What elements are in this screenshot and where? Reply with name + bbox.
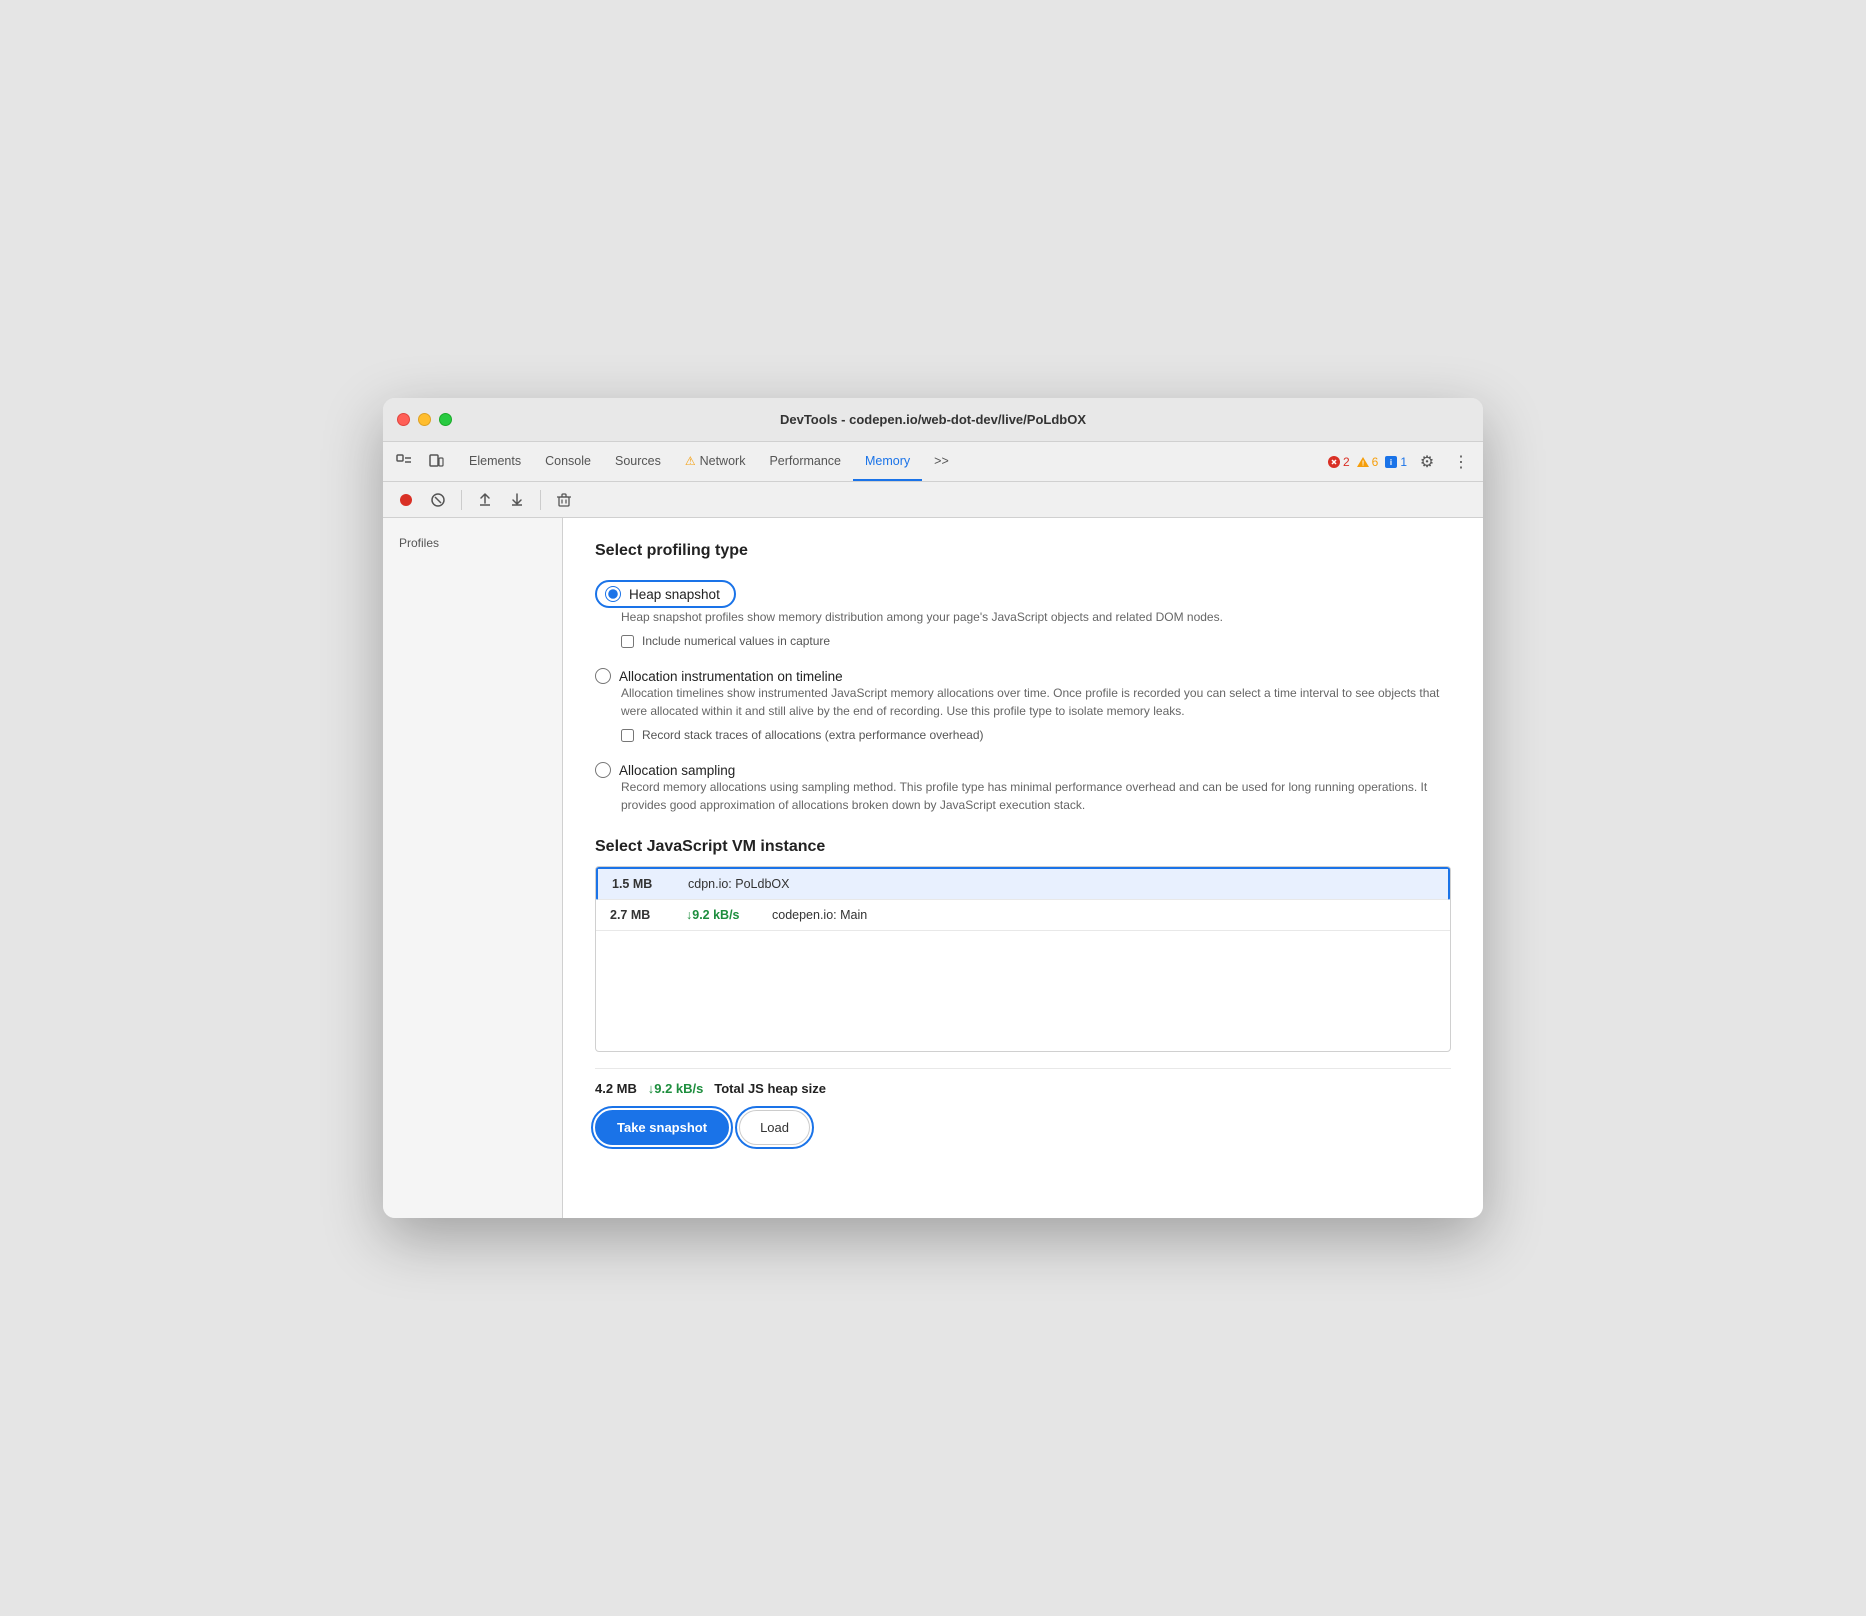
tab-elements[interactable]: Elements xyxy=(457,442,533,481)
allocation-timeline-radio-label[interactable]: Allocation instrumentation on timeline xyxy=(595,668,1451,684)
toolbar-divider-1 xyxy=(461,490,462,510)
info-badge: i 1 xyxy=(1384,455,1407,469)
more-options-icon[interactable]: ⋮ xyxy=(1447,448,1475,476)
error-count: 2 xyxy=(1343,455,1350,469)
total-label: Total JS heap size xyxy=(714,1081,826,1096)
allocation-timeline-label: Allocation instrumentation on timeline xyxy=(619,669,843,684)
sidebar: Profiles xyxy=(383,518,563,1218)
profiling-section-title: Select profiling type xyxy=(595,542,1451,560)
allocation-timeline-option: Allocation instrumentation on timeline A… xyxy=(595,668,1451,742)
tab-network[interactable]: ⚠ Network xyxy=(673,442,758,481)
heap-snapshot-radio-label[interactable]: Heap snapshot xyxy=(605,586,720,602)
take-snapshot-button[interactable]: Take snapshot xyxy=(595,1110,729,1145)
toolbar-divider-2 xyxy=(540,490,541,510)
svg-text:!: ! xyxy=(1361,460,1363,467)
vm-row-2-size: 2.7 MB xyxy=(610,908,670,922)
tab-console-label: Console xyxy=(545,454,591,468)
tab-bar: Elements Console Sources ⚠ Network Perfo… xyxy=(383,442,1483,482)
warning-badge: ! 6 xyxy=(1356,455,1379,469)
tab-right-area: 2 ! 6 i 1 ⚙ ⋮ xyxy=(1327,442,1475,481)
vm-empty-space xyxy=(596,931,1450,1051)
allocation-sampling-label: Allocation sampling xyxy=(619,763,735,778)
vm-row-2[interactable]: 2.7 MB ↓9.2 kB/s codepen.io: Main xyxy=(596,900,1450,931)
vm-row-1-name: cdpn.io: PoLdbOX xyxy=(688,877,789,891)
footer-stats: 4.2 MB ↓9.2 kB/s Total JS heap size xyxy=(595,1081,1451,1096)
heap-snapshot-selected-border: Heap snapshot xyxy=(595,580,736,608)
warning-count: 6 xyxy=(1372,455,1379,469)
vm-row-1[interactable]: 1.5 MB cdpn.io: PoLdbOX xyxy=(596,867,1450,900)
tab-elements-label: Elements xyxy=(469,454,521,468)
heap-snapshot-checkbox-label: Include numerical values in capture xyxy=(642,634,830,648)
record-button[interactable] xyxy=(393,487,419,513)
vm-row-2-name: codepen.io: Main xyxy=(772,908,867,922)
heap-snapshot-checkbox-row: Include numerical values in capture xyxy=(621,634,1451,648)
tab-more[interactable]: >> xyxy=(922,442,961,481)
content-area: Select profiling type Heap snapshot Heap… xyxy=(563,518,1483,1218)
info-count: 1 xyxy=(1400,455,1407,469)
footer-buttons: Take snapshot Load xyxy=(595,1110,1451,1145)
title-bar: DevTools - codepen.io/web-dot-dev/live/P… xyxy=(383,398,1483,442)
tab-network-label: Network xyxy=(700,454,746,468)
svg-text:i: i xyxy=(1390,458,1392,467)
total-speed: ↓9.2 kB/s xyxy=(648,1081,704,1096)
tab-memory-label: Memory xyxy=(865,454,910,468)
heap-snapshot-desc: Heap snapshot profiles show memory distr… xyxy=(621,608,1451,626)
allocation-sampling-option: Allocation sampling Record memory alloca… xyxy=(595,762,1451,814)
collect-garbage-button[interactable] xyxy=(551,487,577,513)
allocation-timeline-radio[interactable] xyxy=(595,668,611,684)
device-icon[interactable] xyxy=(423,449,449,475)
allocation-sampling-radio[interactable] xyxy=(595,762,611,778)
allocation-sampling-desc: Record memory allocations using sampling… xyxy=(621,778,1451,814)
tab-performance[interactable]: Performance xyxy=(757,442,853,481)
download-button[interactable] xyxy=(504,487,530,513)
traffic-lights xyxy=(397,413,452,426)
allocation-timeline-checkbox-row: Record stack traces of allocations (extr… xyxy=(621,728,1451,742)
vm-row-2-speed: ↓9.2 kB/s xyxy=(686,908,756,922)
total-size: 4.2 MB xyxy=(595,1081,637,1096)
footer-area: 4.2 MB ↓9.2 kB/s Total JS heap size Take… xyxy=(595,1068,1451,1145)
minimize-button[interactable] xyxy=(418,413,431,426)
heap-snapshot-option: Heap snapshot Heap snapshot profiles sho… xyxy=(595,580,1451,648)
vm-section-title: Select JavaScript VM instance xyxy=(595,838,1451,856)
upload-button[interactable] xyxy=(472,487,498,513)
memory-toolbar xyxy=(383,482,1483,518)
vm-row-1-size: 1.5 MB xyxy=(612,877,672,891)
maximize-button[interactable] xyxy=(439,413,452,426)
allocation-timeline-desc: Allocation timelines show instrumented J… xyxy=(621,684,1451,720)
allocation-timeline-checkbox-label: Record stack traces of allocations (extr… xyxy=(642,728,984,742)
vm-instance-table: 1.5 MB cdpn.io: PoLdbOX 2.7 MB ↓9.2 kB/s… xyxy=(595,866,1451,1052)
clear-button[interactable] xyxy=(425,487,451,513)
settings-icon[interactable]: ⚙ xyxy=(1413,448,1441,476)
inspect-icon[interactable] xyxy=(391,449,417,475)
allocation-sampling-radio-label[interactable]: Allocation sampling xyxy=(595,762,1451,778)
heap-snapshot-radio[interactable] xyxy=(605,586,621,602)
sidebar-profiles-label: Profiles xyxy=(383,530,562,556)
heap-snapshot-checkbox[interactable] xyxy=(621,635,634,648)
load-button[interactable]: Load xyxy=(739,1110,810,1145)
tab-icons xyxy=(391,442,449,481)
tab-performance-label: Performance xyxy=(769,454,841,468)
warning-icon: ⚠ xyxy=(685,454,696,468)
tab-memory[interactable]: Memory xyxy=(853,442,922,481)
window-title: DevTools - codepen.io/web-dot-dev/live/P… xyxy=(780,412,1086,427)
tab-console[interactable]: Console xyxy=(533,442,603,481)
devtools-window: DevTools - codepen.io/web-dot-dev/live/P… xyxy=(383,398,1483,1218)
close-button[interactable] xyxy=(397,413,410,426)
main-layout: Profiles Select profiling type Heap snap… xyxy=(383,518,1483,1218)
tab-sources[interactable]: Sources xyxy=(603,442,673,481)
more-tabs-label: >> xyxy=(934,454,949,468)
tab-sources-label: Sources xyxy=(615,454,661,468)
heap-snapshot-label: Heap snapshot xyxy=(629,587,720,602)
allocation-timeline-checkbox[interactable] xyxy=(621,729,634,742)
error-badge: 2 xyxy=(1327,455,1350,469)
